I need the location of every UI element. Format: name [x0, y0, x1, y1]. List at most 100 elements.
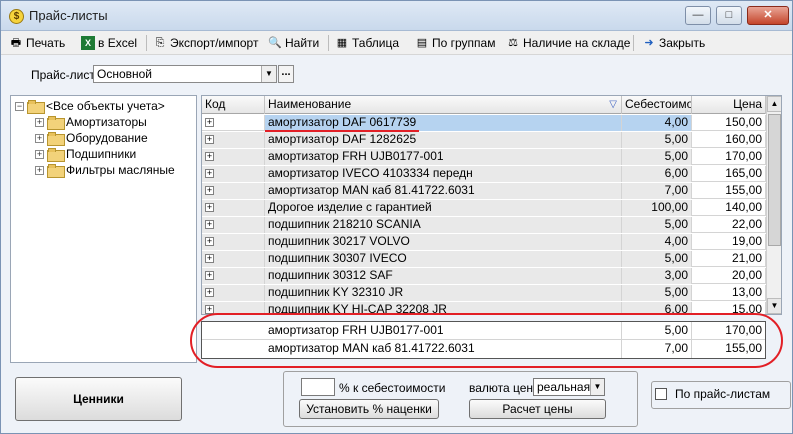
chevron-down-icon[interactable]: ▼: [261, 66, 276, 82]
table-row[interactable]: + амортизатор IVECO 4103334 передн 6,00 …: [202, 166, 766, 182]
expand-icon[interactable]: +: [35, 165, 44, 175]
table-row[interactable]: амортизатор MAN каб 81.41722.6031 7,00 1…: [202, 340, 765, 358]
row-price[interactable]: 140,00: [692, 200, 766, 216]
table-row[interactable]: + подшипник 30217 VOLVO 4,00 19,00: [202, 234, 766, 250]
by-groups-button[interactable]: ▤ По группам: [415, 34, 496, 52]
close-button[interactable]: ➜ Закрыть: [642, 34, 705, 52]
row-name: Дорогое изделие с гарантией: [265, 200, 622, 216]
row-price[interactable]: 155,00: [692, 183, 766, 199]
expand-icon[interactable]: +: [205, 220, 214, 229]
row-price[interactable]: 170,00: [692, 149, 766, 165]
set-markup-button[interactable]: Установить % наценки: [299, 399, 439, 419]
row-price[interactable]: 13,00: [692, 285, 766, 301]
tree-root-label: <Все объекты учета>: [46, 99, 165, 113]
pricelist-value: Основной: [97, 67, 153, 81]
pricelist-select[interactable]: Основной ▼: [93, 65, 277, 83]
expand-icon[interactable]: +: [205, 305, 214, 314]
row-price[interactable]: 15,00: [692, 302, 766, 314]
row-cost: 4,00: [622, 115, 692, 131]
expand-icon[interactable]: +: [205, 135, 214, 144]
row-name: амортизатор MAN каб 81.41722.6031: [265, 340, 622, 358]
in-stock-button[interactable]: ⚖ Наличие на складе: [506, 34, 630, 52]
pricelist-browse-button[interactable]: ...: [278, 65, 294, 83]
toolbar-separator: [146, 35, 147, 51]
tree-item[interactable]: + Подшипники: [35, 146, 136, 162]
folder-open-icon: [47, 116, 65, 130]
tree-item[interactable]: + Оборудование: [35, 130, 148, 146]
column-header-code[interactable]: Код: [202, 96, 265, 114]
by-pricelists-checkbox[interactable]: [655, 388, 667, 400]
row-price[interactable]: 150,00: [692, 115, 766, 131]
excel-button[interactable]: X в Excel: [81, 34, 137, 52]
currency-select[interactable]: реальная ▼: [533, 378, 605, 396]
table-row[interactable]: + амортизатор DAF 0617739 4,00 150,00: [202, 115, 766, 131]
chevron-down-icon[interactable]: ▼: [590, 379, 604, 395]
row-price[interactable]: 20,00: [692, 268, 766, 284]
column-header-price[interactable]: Цена: [692, 96, 766, 114]
expand-icon[interactable]: +: [205, 237, 214, 246]
folder-icon: [47, 148, 65, 162]
table-row[interactable]: + подшипник 30307 IVECO 5,00 21,00: [202, 251, 766, 267]
tree-item[interactable]: + Амортизаторы: [35, 114, 147, 130]
table-row[interactable]: + подшипник KY HI-CAP 32208 JR 6,00 15,0…: [202, 302, 766, 314]
expand-icon[interactable]: +: [35, 117, 44, 127]
table-row[interactable]: + амортизатор DAF 1282625 5,00 160,00: [202, 132, 766, 148]
table-row[interactable]: + подшипник 30312 SAF 3,00 20,00: [202, 268, 766, 284]
export-import-label: Экспорт/импорт: [170, 36, 259, 50]
maximize-button[interactable]: □: [716, 6, 742, 25]
tree-item[interactable]: + Фильтры масляные: [35, 162, 175, 178]
expand-icon[interactable]: +: [35, 149, 44, 159]
expand-icon[interactable]: +: [205, 118, 214, 127]
column-header-cost[interactable]: Себестоимо: [622, 96, 692, 114]
vertical-scrollbar[interactable]: ▲ ▼: [766, 96, 781, 314]
expand-icon[interactable]: +: [205, 169, 214, 178]
row-price[interactable]: 160,00: [692, 132, 766, 148]
row-price[interactable]: 165,00: [692, 166, 766, 182]
print-button[interactable]: 🖶 Печать: [9, 34, 66, 52]
printer-icon: 🖶: [10, 37, 22, 49]
row-price[interactable]: 22,00: [692, 217, 766, 233]
collapse-icon[interactable]: −: [15, 101, 24, 111]
table-row[interactable]: + Дорогое изделие с гарантией 100,00 140…: [202, 200, 766, 216]
table-row[interactable]: + подшипник 218210 SCANIA 5,00 22,00: [202, 217, 766, 233]
find-button[interactable]: 🔍 Найти: [268, 34, 319, 52]
row-price[interactable]: 21,00: [692, 251, 766, 267]
row-cost: 3,00: [622, 268, 692, 284]
column-header-name-label: Наименование: [268, 97, 352, 111]
row-cost: 5,00: [622, 132, 692, 148]
minimize-button[interactable]: —: [685, 6, 711, 25]
table-row[interactable]: + амортизатор FRH UJB0177-001 5,00 170,0…: [202, 149, 766, 165]
row-cost: 6,00: [622, 302, 692, 314]
expand-icon[interactable]: +: [205, 152, 214, 161]
price-tags-button[interactable]: Ценники: [15, 377, 182, 421]
excel-icon: X: [81, 36, 95, 50]
expand-icon[interactable]: +: [35, 133, 44, 143]
expand-icon[interactable]: +: [205, 203, 214, 212]
expand-icon[interactable]: +: [205, 271, 214, 280]
percent-input[interactable]: [301, 378, 335, 396]
row-name: подшипник 30307 IVECO: [265, 251, 622, 267]
export-import-button[interactable]: ⎘ Экспорт/импорт: [153, 34, 259, 52]
row-name: амортизатор DAF 1282625: [265, 132, 622, 148]
scroll-up-icon[interactable]: ▲: [767, 96, 781, 112]
expand-icon[interactable]: +: [205, 288, 214, 297]
column-header-name[interactable]: Наименование ▽: [265, 96, 622, 114]
currency-label: валюта цен: [469, 381, 534, 395]
calculate-prices-button[interactable]: Расчет цены: [469, 399, 606, 419]
table-row[interactable]: + подшипник KY 32310 JR 5,00 13,00: [202, 285, 766, 301]
scales-icon: ⚖: [508, 37, 518, 49]
expand-icon[interactable]: +: [205, 254, 214, 263]
table-button[interactable]: ▦ Таблица: [335, 34, 399, 52]
filter-icon[interactable]: ▽: [609, 96, 617, 113]
scroll-down-icon[interactable]: ▼: [767, 298, 781, 314]
close-window-button[interactable]: ✕: [747, 6, 789, 25]
row-price[interactable]: 19,00: [692, 234, 766, 250]
tree-root[interactable]: − <Все объекты учета>: [15, 98, 165, 114]
expand-icon[interactable]: +: [205, 186, 214, 195]
table-row[interactable]: амортизатор FRH UJB0177-001 5,00 170,00: [202, 322, 765, 340]
table-row[interactable]: + амортизатор MAN каб 81.41722.6031 7,00…: [202, 183, 766, 199]
scroll-thumb[interactable]: [768, 114, 781, 246]
row-name: амортизатор FRH UJB0177-001: [265, 322, 622, 340]
find-label: Найти: [285, 36, 320, 50]
row-cost: 5,00: [622, 217, 692, 233]
